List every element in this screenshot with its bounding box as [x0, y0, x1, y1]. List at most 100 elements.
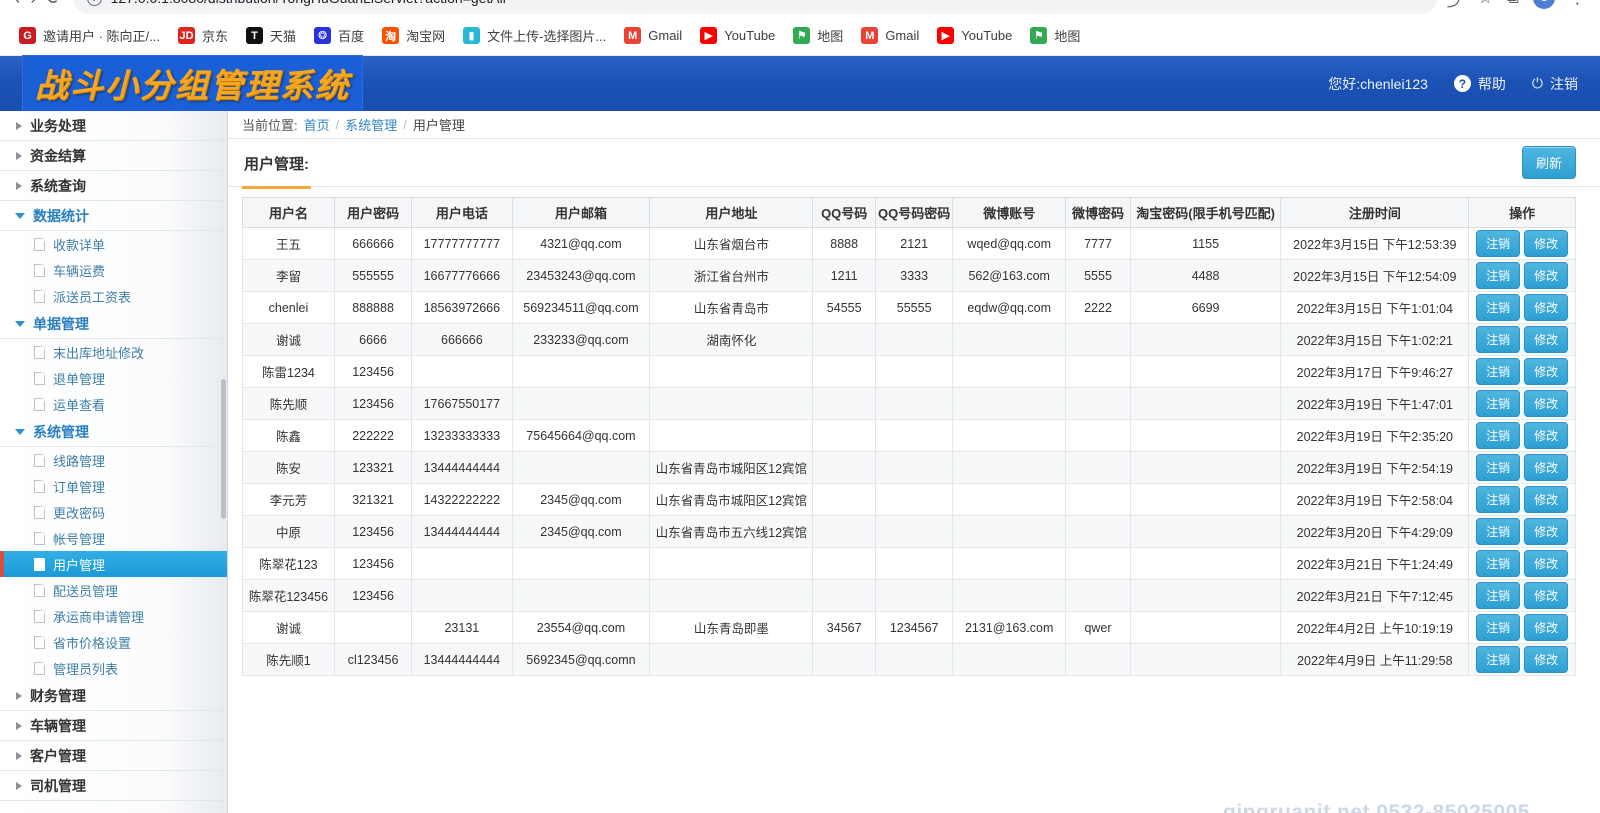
table-cell: wqed@qq.com [952, 227, 1067, 260]
row-logout-button[interactable]: 注销 [1476, 358, 1521, 385]
breadcrumb-home[interactable]: 首页 [304, 115, 330, 134]
row-edit-button[interactable]: 修改 [1524, 550, 1569, 577]
table-cell: 55555 [875, 291, 954, 324]
sidebar-item[interactable]: 车辆运费 [0, 257, 227, 283]
row-edit-button[interactable]: 修改 [1524, 230, 1569, 257]
sidebar-scrollbar-thumb[interactable] [221, 379, 226, 519]
address-bar[interactable]: i 127.0.0.1:8080/distribution/YongHuGuan… [72, 0, 1437, 14]
row-logout-button[interactable]: 注销 [1476, 454, 1521, 481]
sidebar-item[interactable]: 派送员工资表 [0, 283, 227, 309]
row-logout-button[interactable]: 注销 [1476, 486, 1521, 513]
table-cell [875, 547, 954, 580]
row-edit-button[interactable]: 修改 [1524, 262, 1569, 289]
sidebar-item[interactable]: 更改密码 [0, 499, 227, 525]
bookmark-star-icon[interactable]: ☆ [1478, 0, 1493, 8]
chevron-right-icon [16, 151, 22, 160]
breadcrumb-current: 用户管理 [412, 118, 465, 133]
row-logout-button[interactable]: 注销 [1476, 326, 1521, 353]
bookmark-item[interactable]: T 天猫 [237, 22, 305, 49]
sidebar-group-5[interactable]: 系统管理 [0, 417, 227, 447]
forward-icon[interactable]: › [30, 0, 36, 8]
table-row: 李留 555555 16677776666 23453243@qq.com 浙江省台州市… [242, 259, 1576, 292]
row-edit-button[interactable]: 修改 [1524, 486, 1569, 513]
sidebar-item[interactable]: 省市价格设置 [0, 629, 227, 655]
sidebar-group-2[interactable]: 系统查询 [0, 171, 227, 201]
bookmark-item[interactable]: ⚑ 地图 [784, 22, 852, 49]
page-icon [34, 557, 45, 571]
sidebar-item[interactable]: 运单查看 [0, 391, 227, 417]
share-icon[interactable]: ⤴ [1447, 0, 1464, 11]
site-info-icon[interactable]: i [86, 0, 102, 6]
table-row: 陈先顺1 cl123456 13444444444 5692345@qq.comn 20… [242, 643, 1576, 676]
row-edit-button[interactable]: 修改 [1524, 646, 1569, 673]
bookmark-label: 文件上传-选择图片... [487, 29, 607, 44]
table-cell: 14322222222 [411, 483, 513, 516]
bookmark-item[interactable]: ❂ 百度 [305, 22, 373, 49]
sidebar-group-3[interactable]: 数据统计 [0, 201, 227, 231]
row-edit-button[interactable]: 修改 [1524, 294, 1569, 321]
page-icon [34, 289, 45, 303]
extensions-icon[interactable]: ⧉ [1507, 0, 1519, 8]
row-logout-button[interactable]: 注销 [1476, 294, 1521, 321]
sidebar-group-4[interactable]: 单据管理 [0, 309, 227, 339]
table-cell: 4488 [1129, 259, 1282, 292]
row-logout-button[interactable]: 注销 [1476, 646, 1521, 673]
bookmark-item[interactable]: ▶ YouTube [691, 23, 784, 48]
row-logout-button[interactable]: 注销 [1476, 550, 1521, 577]
row-logout-button[interactable]: 注销 [1476, 422, 1521, 449]
browser-menu-icon[interactable]: ⋮ [1569, 0, 1586, 8]
row-edit-button[interactable]: 修改 [1524, 614, 1569, 641]
row-edit-button[interactable]: 修改 [1524, 454, 1569, 481]
baidu-icon: ❂ [314, 27, 332, 44]
row-edit-button[interactable]: 修改 [1524, 518, 1569, 545]
row-logout-button[interactable]: 注销 [1476, 262, 1521, 289]
sidebar-group-9[interactable]: 司机管理 [0, 771, 227, 801]
row-edit-button[interactable]: 修改 [1524, 326, 1569, 353]
sidebar-scrollbar[interactable] [220, 111, 227, 813]
sidebar-item-active[interactable]: 用户管理 [0, 551, 227, 577]
bookmark-item[interactable]: JD 京东 [169, 22, 237, 49]
reload-icon[interactable]: ⟳ [47, 0, 63, 8]
sidebar-item[interactable]: 收款详单 [0, 231, 227, 257]
table-cell: 山东青岛即墨 [649, 611, 814, 644]
row-edit-button[interactable]: 修改 [1524, 390, 1569, 417]
row-logout-button[interactable]: 注销 [1476, 582, 1521, 609]
row-logout-button[interactable]: 注销 [1476, 614, 1521, 641]
bookmark-item[interactable]: 淘淘宝网 [373, 22, 454, 49]
bookmark-item[interactable]: ▶ YouTube [928, 23, 1021, 48]
row-logout-button[interactable]: 注销 [1476, 390, 1521, 417]
sidebar-item[interactable]: 末出库地址修改 [0, 339, 227, 365]
sidebar-group-8[interactable]: 客户管理 [0, 741, 227, 771]
sidebar-item[interactable]: 配送员管理 [0, 577, 227, 603]
breadcrumb-parent[interactable]: 系统管理 [345, 115, 397, 134]
bookmark-item[interactable]: G 邀请用户 · 陈向正/... [10, 22, 169, 49]
sidebar-item[interactable]: 承运商申请管理 [0, 603, 227, 629]
row-logout-button[interactable]: 注销 [1476, 230, 1521, 257]
sidebar-group-0[interactable]: 业务处理 [0, 111, 227, 141]
help-button[interactable]: ? 帮助 [1453, 74, 1506, 94]
sidebar-group-7[interactable]: 车辆管理 [0, 711, 227, 741]
bookmark-item[interactable]: ⚑ 地图 [1021, 22, 1089, 49]
row-edit-button[interactable]: 修改 [1524, 358, 1569, 385]
row-edit-button[interactable]: 修改 [1524, 422, 1569, 449]
sidebar-item[interactable]: 管理员列表 [0, 655, 227, 681]
table-cell: 666666 [411, 323, 513, 356]
sidebar-item[interactable]: 退单管理 [0, 365, 227, 391]
app-logo[interactable]: 战斗小分组管理系统 [22, 54, 363, 113]
refresh-button[interactable]: 刷新 [1521, 146, 1576, 179]
bookmark-item[interactable]: M Gmail [852, 23, 928, 48]
back-icon[interactable]: ‹ [14, 0, 20, 8]
sidebar-item[interactable]: 订单管理 [0, 473, 227, 499]
table-cell [649, 643, 814, 676]
profile-avatar[interactable]: C [1533, 0, 1555, 9]
logout-button[interactable]: ⏻ 注销 [1532, 74, 1578, 94]
row-edit-button[interactable]: 修改 [1524, 582, 1569, 609]
bookmark-item[interactable]: ▮ 文件上传-选择图片... [454, 22, 615, 49]
sidebar-item[interactable]: 帐号管理 [0, 525, 227, 551]
bookmark-item[interactable]: M Gmail [615, 23, 691, 48]
row-actions-cell: 注销 修改 [1468, 611, 1576, 644]
row-logout-button[interactable]: 注销 [1476, 518, 1521, 545]
sidebar-item[interactable]: 线路管理 [0, 447, 227, 473]
sidebar-group-1[interactable]: 资金结算 [0, 141, 227, 171]
sidebar-group-6[interactable]: 财务管理 [0, 681, 227, 711]
